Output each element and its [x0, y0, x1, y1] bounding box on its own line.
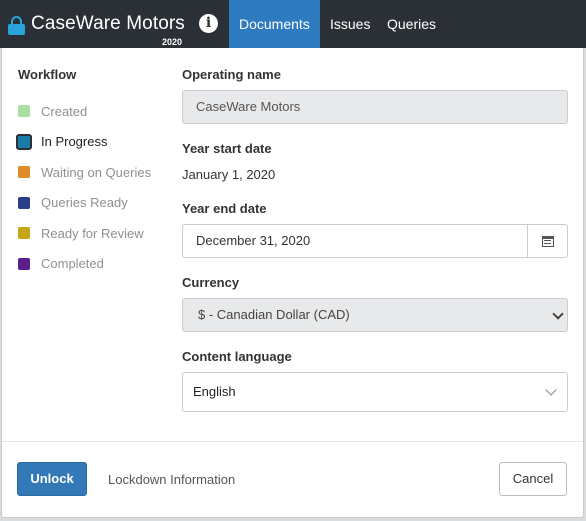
unlock-button[interactable]: Unlock: [17, 462, 87, 496]
lockdown-information-link[interactable]: Lockdown Information: [108, 472, 235, 487]
workflow-item-queries-ready[interactable]: Queries Ready: [18, 188, 151, 219]
workflow-item-ready-for-review[interactable]: Ready for Review: [18, 218, 151, 249]
calendar-icon: [541, 235, 554, 247]
top-navigation-bar: CaseWare Motors 2020 i Documents Issues …: [0, 0, 586, 48]
content-language-select[interactable]: English: [182, 372, 568, 412]
engagement-title: CaseWare Motors: [31, 13, 185, 34]
tab-documents[interactable]: Documents: [229, 0, 320, 48]
tab-queries[interactable]: Queries: [377, 0, 446, 48]
year-start-label: Year start date: [182, 141, 272, 156]
engagement-brand: CaseWare Motors: [8, 0, 185, 48]
engagement-year: 2020: [162, 37, 183, 47]
workflow-item-label: Waiting on Queries: [41, 164, 152, 180]
chevron-down-icon: [552, 308, 564, 320]
workflow-item-label: Queries Ready: [41, 195, 128, 211]
workflow-title: Workflow: [18, 67, 77, 82]
lockdown-panel: Workflow Created In Progress Waiting on …: [1, 48, 584, 518]
workflow-item-label: Ready for Review: [41, 225, 144, 241]
status-swatch: [18, 105, 30, 118]
currency-value: $ - Canadian Dollar (CAD): [198, 307, 350, 322]
status-swatch: [18, 227, 30, 240]
workflow-list: Created In Progress Waiting on Queries Q…: [16, 96, 151, 280]
year-end-value: December 31, 2020: [196, 233, 311, 248]
workflow-item-label: In Progress: [41, 134, 108, 150]
workflow-item-label: Completed: [41, 256, 104, 272]
workflow-item-created[interactable]: Created: [18, 96, 151, 127]
content-language-value: English: [193, 384, 236, 399]
year-end-label: Year end date: [182, 201, 267, 216]
workflow-item-in-progress[interactable]: In Progress: [16, 127, 151, 158]
workflow-item-waiting-on-queries[interactable]: Waiting on Queries: [18, 157, 151, 188]
workflow-item-label: Created: [41, 103, 88, 119]
status-swatch: [18, 166, 30, 179]
operating-name-field[interactable]: CaseWare Motors: [182, 90, 568, 124]
currency-label: Currency: [182, 275, 240, 290]
status-swatch: [16, 133, 32, 150]
footer-divider: [2, 441, 583, 442]
year-end-field[interactable]: December 31, 2020: [182, 224, 568, 258]
cancel-button[interactable]: Cancel: [499, 462, 567, 496]
tab-issues[interactable]: Issues: [320, 0, 380, 48]
workflow-item-completed[interactable]: Completed: [18, 249, 151, 280]
lock-icon: [8, 15, 25, 35]
operating-name-label: Operating name: [182, 67, 281, 82]
status-swatch: [18, 257, 30, 270]
content-language-label: Content language: [182, 349, 292, 364]
status-swatch: [18, 196, 30, 209]
year-start-value: January 1, 2020: [182, 167, 276, 182]
chevron-down-icon: [545, 384, 557, 396]
calendar-button[interactable]: [527, 225, 567, 257]
currency-select[interactable]: $ - Canadian Dollar (CAD): [182, 298, 568, 332]
info-icon[interactable]: i: [199, 14, 218, 33]
